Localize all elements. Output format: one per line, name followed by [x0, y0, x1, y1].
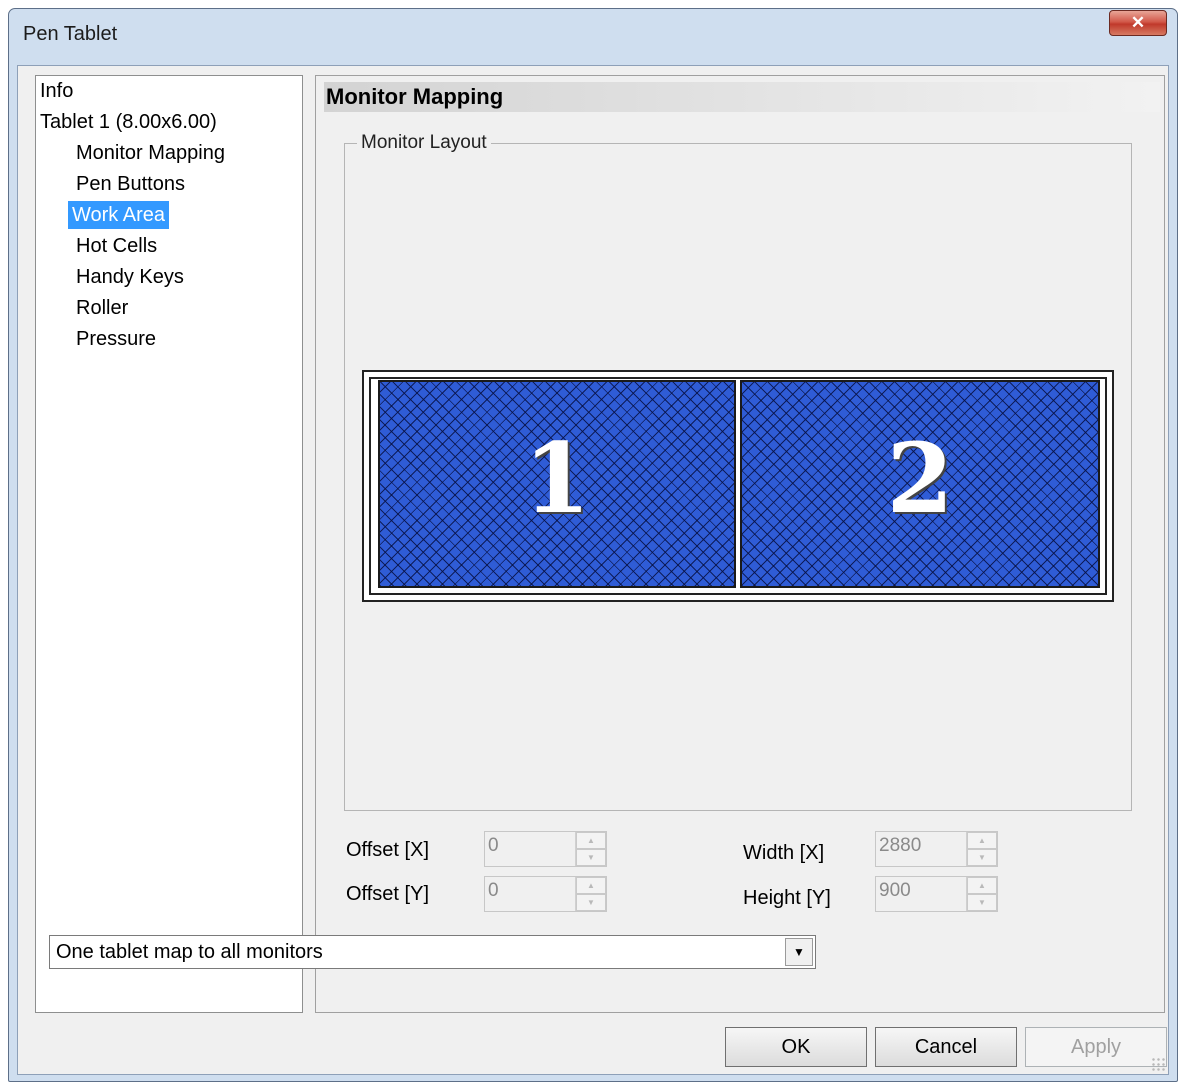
settings-tree: Info Tablet 1 (8.00x6.00) Monitor Mappin…: [35, 75, 303, 1013]
offset-y-value: 0: [488, 880, 499, 901]
pen-tablet-window: Pen Tablet ✕ Info Tablet 1 (8.00x6.00) M…: [8, 8, 1178, 1082]
window-title: Pen Tablet: [23, 23, 118, 45]
monitor-layout-frame: 1 2: [362, 370, 1114, 602]
mapping-mode-value: One tablet map to all monitors: [56, 941, 323, 963]
tree-item-tablet-1[interactable]: Tablet 1 (8.00x6.00): [36, 108, 221, 136]
monitor-2[interactable]: 2: [740, 380, 1100, 588]
monitor-number: 1: [523, 422, 591, 535]
tree-item-work-area[interactable]: Work Area: [68, 201, 169, 229]
group-label: Monitor Layout: [357, 132, 491, 154]
height-y-value: 900: [879, 880, 911, 901]
tree-item-label: Handy Keys: [76, 266, 184, 288]
monitor-1[interactable]: 1: [378, 380, 736, 588]
spin-buttons: ▲ ▼: [966, 832, 997, 866]
monitor-layout-group: Monitor Layout 1 2: [344, 132, 1132, 811]
resize-grip-icon[interactable]: [1151, 1057, 1165, 1071]
offset-y-label: Offset [Y]: [346, 883, 429, 905]
spin-up-icon[interactable]: ▲: [967, 877, 997, 894]
tree-item-label: Hot Cells: [76, 235, 158, 257]
close-button[interactable]: ✕: [1109, 10, 1167, 36]
tree-item-label: Pressure: [76, 328, 157, 350]
close-icon: ✕: [1130, 13, 1146, 32]
tree-item-handy-keys[interactable]: Handy Keys: [72, 263, 188, 291]
tree-item-label: Work Area: [72, 204, 165, 226]
tree-item-label: Roller: [76, 297, 129, 319]
spin-buttons: ▲ ▼: [575, 832, 606, 866]
tree-item-info[interactable]: Info: [36, 77, 77, 105]
width-x-spinner[interactable]: 2880 ▲ ▼: [875, 831, 998, 867]
tree-item-hot-cells[interactable]: Hot Cells: [72, 232, 161, 260]
offset-x-label: Offset [X]: [346, 839, 429, 861]
spin-buttons: ▲ ▼: [966, 877, 997, 911]
spin-buttons: ▲ ▼: [575, 877, 606, 911]
spin-up-icon[interactable]: ▲: [576, 832, 606, 849]
spin-down-icon[interactable]: ▼: [576, 849, 606, 866]
monitor-number: 2: [886, 422, 954, 535]
tree-item-label: Info: [40, 80, 74, 102]
height-y-label: Height [Y]: [743, 887, 831, 909]
width-x-label: Width [X]: [743, 842, 825, 864]
chevron-down-icon[interactable]: ▼: [785, 938, 813, 966]
spin-down-icon[interactable]: ▼: [967, 849, 997, 866]
tree-item-roller[interactable]: Roller: [72, 294, 132, 322]
offset-y-spinner[interactable]: 0 ▲ ▼: [484, 876, 607, 912]
spin-down-icon[interactable]: ▼: [967, 894, 997, 911]
monitor-mapping-page: Monitor Mapping Monitor Layout 1 2 Offse…: [315, 75, 1165, 1013]
title-bar: Pen Tablet ✕: [9, 9, 1177, 63]
width-x-value: 2880: [879, 835, 922, 856]
apply-button[interactable]: Apply: [1025, 1027, 1167, 1067]
dialog-client-area: Info Tablet 1 (8.00x6.00) Monitor Mappin…: [17, 65, 1169, 1075]
tree-item-label: Tablet 1 (8.00x6.00): [40, 111, 217, 133]
tree-item-pen-buttons[interactable]: Pen Buttons: [72, 170, 189, 198]
mapping-mode-dropdown[interactable]: One tablet map to all monitors ▼: [49, 935, 816, 969]
tree-item-pressure[interactable]: Pressure: [72, 325, 160, 353]
page-title: Monitor Mapping: [324, 82, 1160, 112]
tree-item-label: Monitor Mapping: [76, 142, 225, 164]
spin-down-icon[interactable]: ▼: [576, 894, 606, 911]
height-y-spinner[interactable]: 900 ▲ ▼: [875, 876, 998, 912]
tree-item-monitor-mapping[interactable]: Monitor Mapping: [72, 139, 229, 167]
spin-up-icon[interactable]: ▲: [967, 832, 997, 849]
offset-x-spinner[interactable]: 0 ▲ ▼: [484, 831, 607, 867]
ok-button[interactable]: OK: [725, 1027, 867, 1067]
offset-x-value: 0: [488, 835, 499, 856]
spin-up-icon[interactable]: ▲: [576, 877, 606, 894]
cancel-button[interactable]: Cancel: [875, 1027, 1017, 1067]
tree-item-label: Pen Buttons: [76, 173, 185, 195]
